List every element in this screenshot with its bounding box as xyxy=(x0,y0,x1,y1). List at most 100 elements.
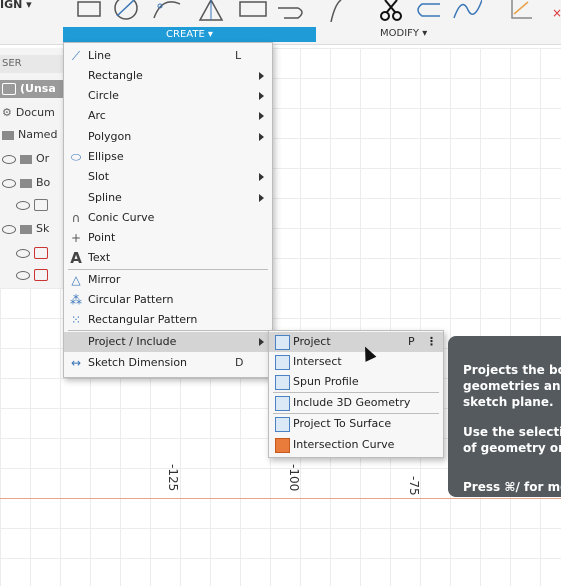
menu-item-slot[interactable]: Slot xyxy=(64,167,272,187)
menu-item-rectangular-pattern[interactable]: ⁙ Rectangular Pattern xyxy=(64,310,272,330)
axis-tick-label: -75 xyxy=(407,476,421,496)
browser-row-origin[interactable]: Or xyxy=(0,150,49,168)
menu-item-label: Arc xyxy=(88,109,106,122)
browser-row-named-views[interactable]: Named xyxy=(0,126,57,144)
menu-item-label: Slot xyxy=(88,170,110,183)
menu-item-project-include[interactable]: Project / Include xyxy=(64,332,272,352)
polygon-tool-icon[interactable] xyxy=(196,0,226,22)
sketch-icon xyxy=(34,269,48,281)
arc-tool-icon[interactable] xyxy=(152,0,182,22)
menu-item-label: Conic Curve xyxy=(88,211,155,224)
document-icon xyxy=(2,83,16,95)
tooltip-line: of geometry or t xyxy=(463,441,561,455)
submenu-item-project-to-surface[interactable]: Project To Surface xyxy=(269,414,443,434)
trim-scissors-icon[interactable] xyxy=(376,0,406,22)
fillet-tool-icon[interactable] xyxy=(452,0,482,22)
submenu-item-include-3d-geometry[interactable]: Include 3D Geometry xyxy=(269,393,443,413)
text-icon: A xyxy=(70,249,82,267)
browser-row-doc-settings[interactable]: ⚙ Docum xyxy=(0,104,55,122)
browser-row-sketch[interactable] xyxy=(0,244,52,262)
eye-icon[interactable] xyxy=(16,270,30,280)
menu-item-point[interactable]: + Point xyxy=(64,228,272,248)
eye-hidden-icon[interactable] xyxy=(16,248,30,258)
menu-item-sketch-dimension[interactable]: ↔ Sketch Dimension D xyxy=(64,353,272,373)
menu-item-arc[interactable]: Arc xyxy=(64,106,272,126)
submenu-arrow-icon xyxy=(259,194,264,202)
spline-tool-icon[interactable] xyxy=(278,0,308,22)
menu-item-conic-curve[interactable]: ∩ Conic Curve xyxy=(64,208,272,228)
submenu-arrow-icon xyxy=(259,92,264,100)
modify-menu-button[interactable]: MODIFY ▾ xyxy=(380,28,427,39)
submenu-arrow-icon xyxy=(259,133,264,141)
tooltip-line: sketch plane. xyxy=(463,395,554,409)
create-dropdown-menu: ⟋ Line L Rectangle Circle Arc Polygon ⬭ … xyxy=(63,42,273,378)
submenu-item-intersection-curve[interactable]: Intersection Curve xyxy=(269,435,443,455)
tooltip: Projects the bod geometries and sketch p… xyxy=(448,336,561,497)
close-x-icon[interactable]: × xyxy=(552,6,561,20)
menu-item-label: Mirror xyxy=(88,273,121,286)
offset-tool-icon[interactable] xyxy=(412,0,442,22)
submenu-item-shortcut: P xyxy=(408,335,415,348)
eye-hidden-icon[interactable] xyxy=(2,154,16,164)
eye-icon[interactable] xyxy=(2,178,16,188)
submenu-arrow-icon xyxy=(259,72,264,80)
circle-tool-icon[interactable] xyxy=(110,0,140,22)
submenu-item-label: Include 3D Geometry xyxy=(293,396,411,409)
submenu-arrow-icon xyxy=(259,173,264,181)
slot-tool-icon[interactable] xyxy=(238,0,268,22)
menu-item-label: Text xyxy=(88,251,111,264)
constraint-tool-icon[interactable] xyxy=(508,0,538,22)
workspace-selector[interactable]: IGN ▾ xyxy=(0,0,32,11)
x-axis-line xyxy=(0,498,561,499)
sketch-dimension-icon: ↔ xyxy=(70,356,82,370)
tooltip-line: Projects the bod xyxy=(463,363,561,377)
menu-item-spline[interactable]: Spline xyxy=(64,188,272,208)
menu-item-polygon[interactable]: Polygon xyxy=(64,127,272,147)
browser-row-bodies[interactable]: Bo xyxy=(0,174,50,192)
tooltip-line: Use the selection xyxy=(463,425,561,439)
submenu-item-spun-profile[interactable]: Spun Profile xyxy=(269,372,443,392)
browser-row-document[interactable]: (Unsa xyxy=(0,80,66,98)
eye-icon[interactable] xyxy=(16,200,30,210)
menu-item-mirror[interactable]: △ Mirror xyxy=(64,270,272,290)
browser-row-body[interactable] xyxy=(0,196,52,214)
include-3d-geometry-icon xyxy=(275,396,290,411)
menu-item-rectangle[interactable]: Rectangle xyxy=(64,66,272,86)
conic-tool-icon[interactable] xyxy=(325,0,355,22)
browser-row-label: Docum xyxy=(15,106,55,119)
menu-item-label: Rectangle xyxy=(88,69,143,82)
create-menu-button[interactable]: CREATE ▾ xyxy=(63,27,316,42)
submenu-arrow-icon xyxy=(259,338,264,346)
menu-item-line[interactable]: ⟋ Line L xyxy=(64,46,272,66)
browser-row-sketch[interactable] xyxy=(0,266,52,284)
project-icon xyxy=(275,335,290,350)
conic-curve-icon: ∩ xyxy=(71,211,81,225)
sketch-icon xyxy=(34,247,48,259)
project-to-surface-icon xyxy=(275,417,290,432)
menu-item-circle[interactable]: Circle xyxy=(64,86,272,106)
submenu-item-intersect[interactable]: Intersect xyxy=(269,352,443,372)
more-options-icon[interactable]: ⋮ xyxy=(426,332,437,352)
menu-item-label: Project / Include xyxy=(88,335,177,348)
tooltip-line: Press ⌘/ for mor xyxy=(463,480,561,494)
submenu-item-label: Project To Surface xyxy=(293,417,392,430)
eye-icon[interactable] xyxy=(2,224,16,234)
menu-item-label: Circle xyxy=(88,89,119,102)
axis-tick-label: -100 xyxy=(287,464,301,492)
menu-item-label: Ellipse xyxy=(88,150,124,163)
menu-separator xyxy=(68,330,268,331)
submenu-arrow-icon xyxy=(259,112,264,120)
submenu-item-label: Spun Profile xyxy=(293,375,359,388)
menu-item-label: Spline xyxy=(88,191,122,204)
rectangle-tool-icon[interactable] xyxy=(72,0,102,22)
menu-item-label: Sketch Dimension xyxy=(88,356,188,369)
folder-icon xyxy=(20,154,32,164)
browser-row-label: Named xyxy=(18,128,58,141)
submenu-item-project[interactable]: Project P ⋮ xyxy=(269,332,443,352)
menu-item-circular-pattern[interactable]: ⁂ Circular Pattern xyxy=(64,290,272,310)
gear-icon: ⚙ xyxy=(2,106,12,119)
menu-item-text[interactable]: A Text xyxy=(64,248,272,268)
menu-item-ellipse[interactable]: ⬭ Ellipse xyxy=(64,147,272,167)
browser-row-sketches[interactable]: Sk xyxy=(0,220,49,238)
folder-icon xyxy=(2,130,14,140)
